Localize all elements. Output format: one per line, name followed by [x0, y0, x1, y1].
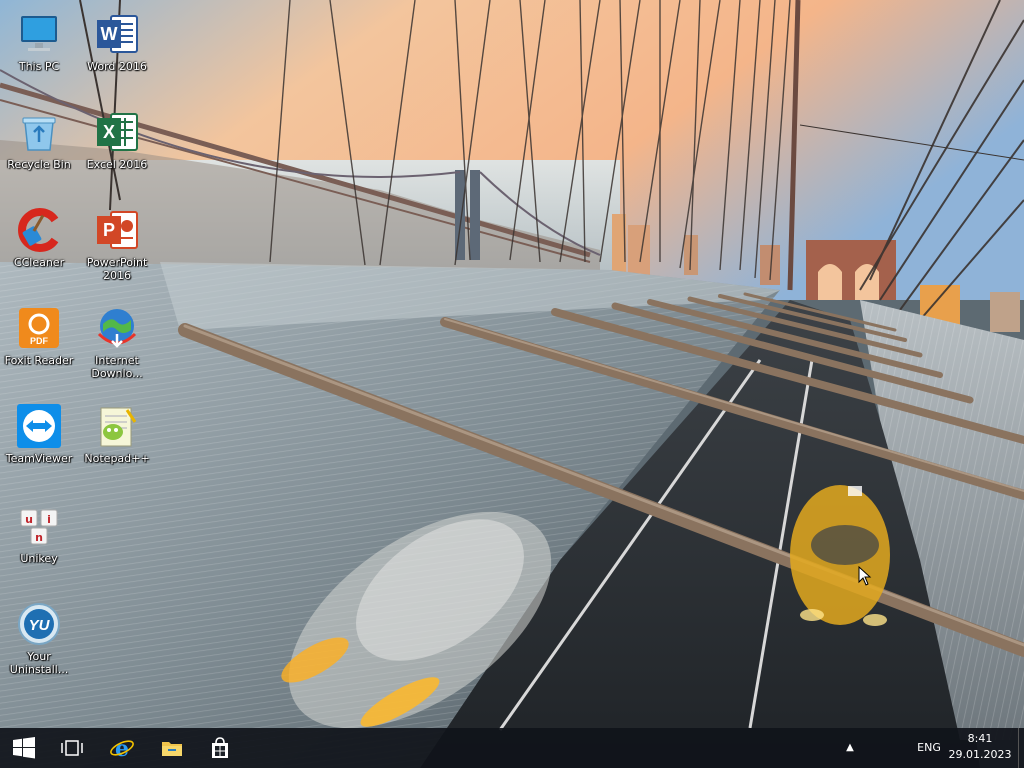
- internet-download-manager-icon: [97, 309, 137, 348]
- desktop-icon-foxit-reader[interactable]: PDF Foxit Reader: [0, 300, 78, 392]
- desktop-icon-label: Foxit Reader: [4, 354, 74, 367]
- input-language-indicator[interactable]: ENG: [910, 728, 948, 768]
- ccleaner-icon: [18, 208, 59, 252]
- foxit-reader-icon: PDF: [19, 308, 59, 348]
- clock-date: 29.01.2023: [948, 748, 1012, 761]
- svg-text:e: e: [115, 736, 129, 760]
- show-desktop-button[interactable]: [1018, 728, 1024, 768]
- clock-time: 8:41: [967, 732, 993, 745]
- start-button[interactable]: [0, 728, 48, 768]
- computer-icon: [21, 16, 57, 51]
- svg-text:PDF: PDF: [30, 336, 49, 346]
- svg-text:X: X: [103, 122, 115, 142]
- word-icon: W: [97, 15, 138, 53]
- desktop-icon-label: Word 2016: [87, 60, 147, 73]
- svg-text:YU: YU: [29, 617, 51, 634]
- recycle-bin-icon: [22, 117, 56, 151]
- clock[interactable]: 8:41 29.01.2023: [948, 731, 1012, 765]
- svg-text:i: i: [47, 513, 51, 526]
- desktop-icon-label: Internet Downlo...: [91, 354, 143, 380]
- desktop-icon-teamviewer[interactable]: TeamViewer: [0, 398, 78, 490]
- svg-text:u: u: [25, 513, 33, 526]
- task-view-button[interactable]: [48, 728, 96, 768]
- desktop-icon-label: PowerPoint 2016: [86, 256, 148, 282]
- desktop[interactable]: This PC W Word 2016 Recycle Bin X Excel …: [0, 0, 1024, 768]
- teamviewer-icon: [17, 404, 61, 448]
- desktop-icon-notepad-plus-plus[interactable]: Notepad++: [78, 398, 156, 490]
- desktop-icon-label: Your Uninstall...: [9, 650, 69, 676]
- windows-start-icon: [13, 737, 35, 759]
- excel-icon: X: [97, 113, 138, 151]
- notepad-plus-plus-icon: [100, 407, 137, 447]
- windows-store-icon: [212, 737, 228, 758]
- desktop-icon-ccleaner[interactable]: CCleaner: [0, 202, 78, 294]
- powerpoint-icon: P: [97, 211, 138, 249]
- desktop-icon-label: This PC: [18, 60, 60, 73]
- desktop-icon-label: Unikey: [20, 552, 58, 565]
- unikey-icon: u i n: [20, 509, 58, 545]
- desktop-icon-your-uninstaller[interactable]: YU Your Uninstall...: [0, 596, 78, 688]
- desktop-icon-label: Excel 2016: [86, 158, 148, 171]
- mouse-cursor-icon: [858, 566, 872, 586]
- desktop-icon-recycle-bin[interactable]: Recycle Bin: [0, 104, 78, 196]
- desktop-icon-internet-download-manager[interactable]: Internet Downlo...: [78, 300, 156, 392]
- file-explorer-icon: [162, 742, 182, 756]
- desktop-icon-excel-2016[interactable]: X Excel 2016: [78, 104, 156, 196]
- svg-text:n: n: [35, 531, 43, 544]
- desktop-icon-label: Recycle Bin: [7, 158, 71, 171]
- desktop-icon-powerpoint-2016[interactable]: P PowerPoint 2016: [78, 202, 156, 294]
- desktop-icon-label: CCleaner: [13, 256, 65, 269]
- internet-explorer-button[interactable]: e: [98, 728, 146, 768]
- desktop-icon-label: TeamViewer: [5, 452, 73, 465]
- windows-store-button[interactable]: [196, 728, 244, 768]
- svg-text:W: W: [101, 24, 118, 44]
- desktop-icon-unikey[interactable]: u i n Unikey: [0, 498, 78, 590]
- desktop-icon-label: Notepad++: [84, 452, 150, 465]
- file-explorer-button[interactable]: [148, 728, 196, 768]
- taskbar[interactable]: e ▲ ENG 8:41 29.01.2023: [0, 728, 1024, 768]
- desktop-icon-word-2016[interactable]: W Word 2016: [78, 6, 156, 98]
- your-uninstaller-icon: YU: [18, 603, 60, 645]
- desktop-icon-this-pc[interactable]: This PC: [0, 6, 78, 98]
- task-view-icon: [61, 740, 83, 756]
- svg-text:P: P: [103, 220, 115, 240]
- internet-explorer-icon: e: [110, 736, 134, 760]
- show-hidden-icons-button[interactable]: ▲: [838, 728, 862, 768]
